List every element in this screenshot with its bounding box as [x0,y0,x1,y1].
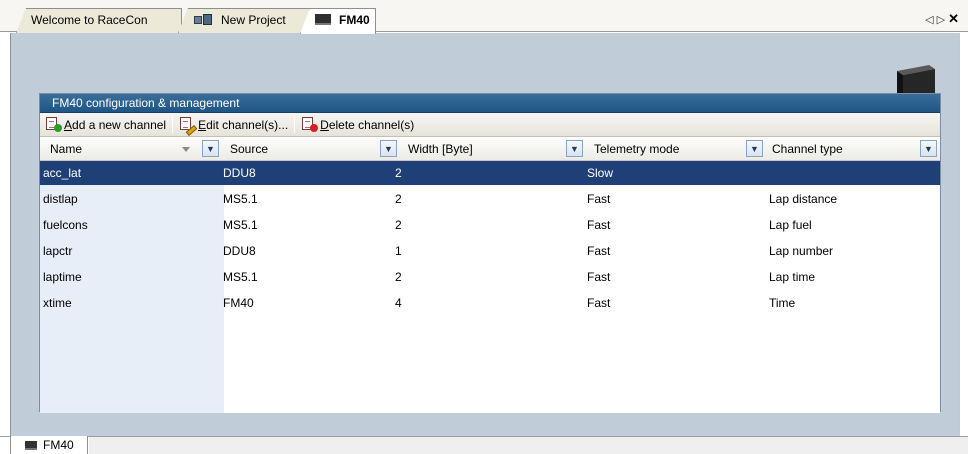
bottom-strip-background [89,437,968,454]
tab-welcome-to-racecon[interactable]: Welcome to RaceCon [16,8,182,33]
sort-indicator-icon [182,147,190,152]
table-row[interactable]: acc_lat DDU8 2 Slow [40,161,940,185]
grid-header: Name ▼ Source ▼ Width [Byte] ▼ Telemetry… [40,137,940,161]
add-channel-button[interactable]: Add a new channel [42,115,169,135]
delete-channels-button[interactable]: Delete channel(s) [298,115,417,135]
cell-source: DDU8 [223,244,256,258]
cell-channel-type: Lap fuel [769,218,812,232]
channel-toolbar: Add a new channel Edit channel(s)... Del… [40,113,940,137]
bottom-tab-strip: FM40 [0,436,968,454]
edit-document-icon [179,117,198,136]
tab-strip-controls: ◁▷✕ [925,11,962,27]
device-icon [315,14,331,26]
cell-channel-type: Lap number [769,244,834,258]
cell-channel-type: Time [769,296,796,310]
device-panel: FM40 configuration & management Add a ne… [10,33,960,436]
table-row[interactable]: lapctr DDU8 1 Fast Lap number [40,239,940,263]
document-tab-strip: Welcome to RaceCon New Project FM40 ◁▷✕ [0,0,968,34]
cell-name: xtime [43,296,72,310]
config-window-title: FM40 configuration & management [40,94,940,113]
configuration-window: FM40 configuration & management Add a ne… [39,93,941,413]
cell-telemetry-mode: Fast [587,244,611,258]
cell-width: 2 [395,166,402,180]
cell-channel-type: Lap distance [769,192,838,206]
device-icon [25,441,37,450]
delete-document-icon [301,117,319,132]
scroll-right-icon[interactable]: ▷ [937,14,948,26]
cell-telemetry-mode: Fast [587,270,611,284]
filter-dropdown-telemetry-mode[interactable]: ▼ [746,140,763,157]
cell-source: MS5.1 [223,270,258,284]
cell-source: DDU8 [223,166,256,180]
cell-source: MS5.1 [223,192,258,206]
filter-dropdown-channel-type[interactable]: ▼ [920,140,937,157]
edit-channels-label: Edit channel(s)... [198,117,289,132]
toolbar-separator [294,116,296,133]
delete-channels-label: Delete channel(s) [320,117,415,132]
filter-dropdown-source[interactable]: ▼ [380,140,397,157]
column-header-telemetry-mode[interactable]: Telemetry mode [586,137,679,161]
tab-label: Welcome to RaceCon [31,13,148,27]
cell-name: lapctr [43,244,73,258]
channel-grid: acc_lat DDU8 2 Slow distlap MS5.1 2 Fast… [40,161,940,413]
network-group-icon [193,13,213,26]
cell-name: laptime [43,270,82,284]
filter-dropdown-width[interactable]: ▼ [566,140,583,157]
cell-name: fuelcons [43,218,88,232]
bottom-tab-label: FM40 [43,438,74,452]
toolbar-separator [172,116,174,133]
cell-width: 1 [395,244,402,258]
cell-telemetry-mode: Slow [587,166,614,180]
cell-width: 2 [395,270,402,284]
edit-channels-button[interactable]: Edit channel(s)... [176,115,291,136]
add-document-icon [45,117,62,132]
scroll-left-icon[interactable]: ◁ [925,14,936,26]
cell-telemetry-mode: Fast [587,192,611,206]
column-header-name[interactable]: Name [42,137,82,161]
cell-width: 2 [395,218,402,232]
tab-new-project[interactable]: New Project [178,8,310,33]
cell-name: acc_lat [43,166,82,180]
cell-telemetry-mode: Fast [587,218,611,232]
cell-width: 4 [395,296,402,310]
table-row[interactable]: laptime MS5.1 2 Fast Lap time [40,265,940,289]
table-row[interactable]: xtime FM40 4 Fast Time [40,291,940,315]
cell-name: distlap [43,192,78,206]
column-header-source[interactable]: Source [222,137,268,161]
tab-label: FM40 [339,13,370,27]
column-header-width[interactable]: Width [Byte] [400,137,473,161]
cell-source: MS5.1 [223,218,258,232]
bottom-tab-fm40[interactable]: FM40 [10,436,88,454]
column-header-channel-type[interactable]: Channel type [764,137,843,161]
cell-telemetry-mode: Fast [587,296,611,310]
cell-channel-type: Lap time [769,270,816,284]
table-row[interactable]: distlap MS5.1 2 Fast Lap distance [40,187,940,211]
cell-source: FM40 [223,296,254,310]
cell-width: 2 [395,192,402,206]
filter-dropdown-name[interactable]: ▼ [202,140,219,157]
table-row[interactable]: fuelcons MS5.1 2 Fast Lap fuel [40,213,940,237]
add-channel-label: Add a new channel [64,117,167,132]
close-icon[interactable]: ✕ [948,11,962,26]
tab-fm40[interactable]: FM40 [300,8,376,34]
tab-label: New Project [221,13,286,27]
